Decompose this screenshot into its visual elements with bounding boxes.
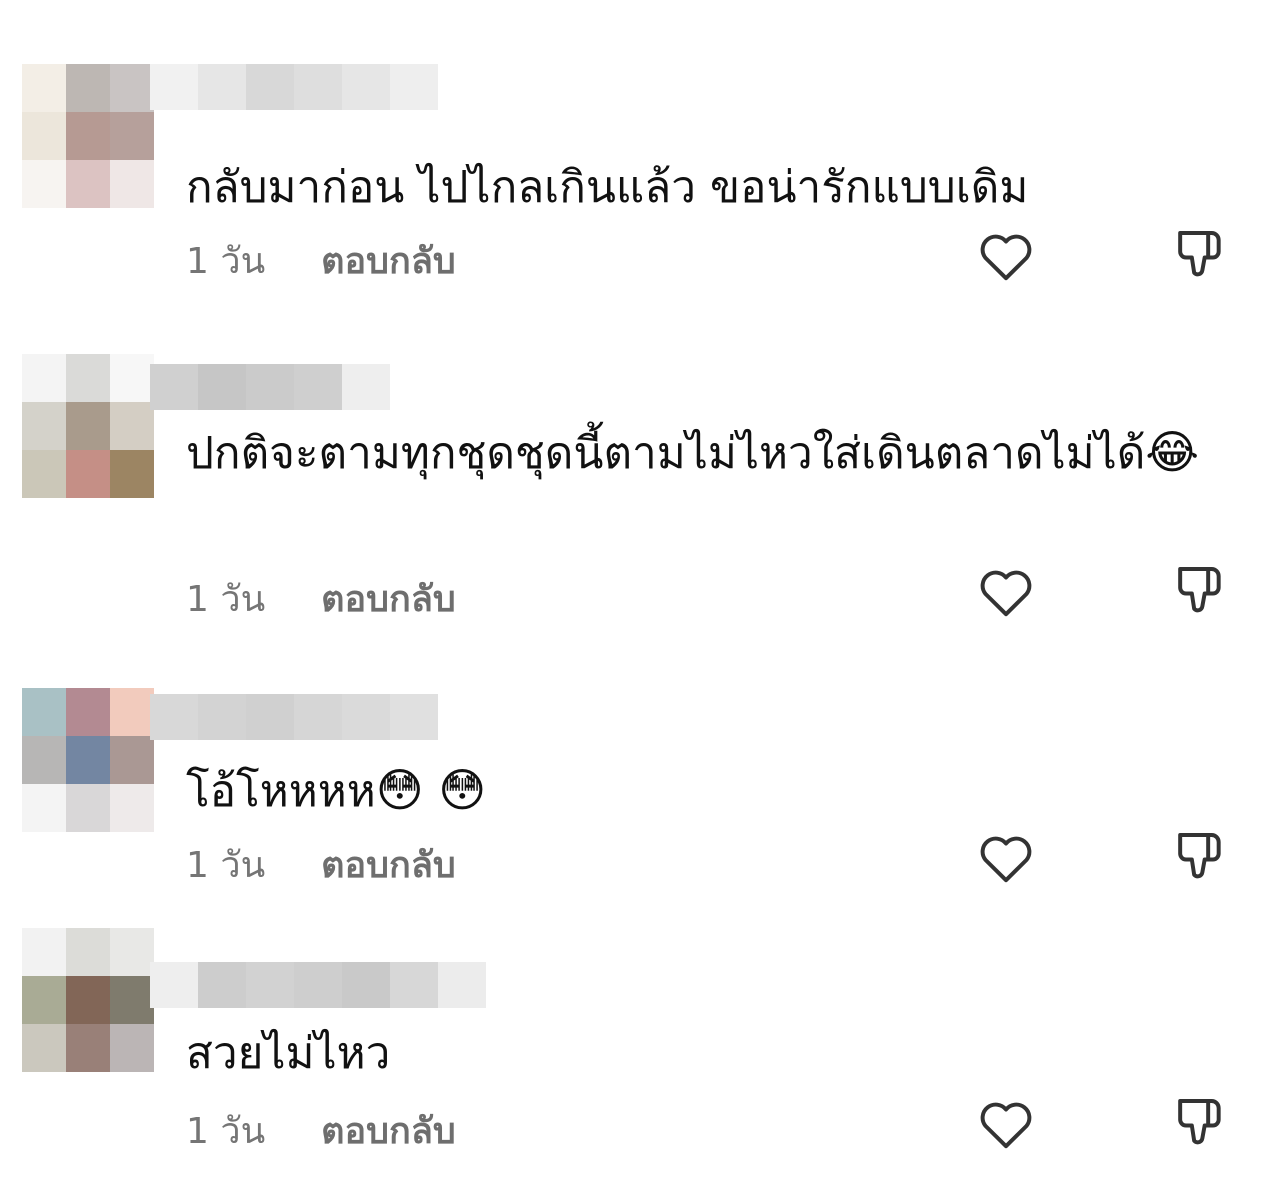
avatar-pixel: [22, 1024, 66, 1072]
avatar-pixel: [110, 1024, 154, 1072]
avatar-pixel: [22, 928, 66, 976]
thumbs-down-icon[interactable]: [1170, 224, 1230, 284]
avatar-pixel: [66, 784, 110, 832]
reply-button[interactable]: ตอบกลับ: [321, 570, 456, 627]
avatar-pixel: [110, 976, 154, 1024]
avatar-pixel: [110, 160, 154, 208]
avatar-pixel: [66, 112, 110, 160]
flushed-emoji: 😳 😳: [375, 763, 487, 817]
comment-meta: 1 วัน ตอบกลับ: [186, 232, 456, 289]
thumbs-down-icon[interactable]: [1170, 560, 1230, 620]
joy-emoji: 😂: [1145, 425, 1200, 479]
avatar[interactable]: [22, 928, 154, 1072]
avatar-pixel: [22, 112, 66, 160]
avatar-pixel: [66, 976, 110, 1024]
heart-icon[interactable]: [976, 226, 1036, 286]
avatar-pixel: [110, 736, 154, 784]
avatar-pixel: [110, 450, 154, 498]
avatar-pixel: [22, 736, 66, 784]
reply-button[interactable]: ตอบกลับ: [321, 836, 456, 893]
username-pixel: [150, 694, 198, 740]
avatar-pixel: [66, 1024, 110, 1072]
avatar[interactable]: [22, 64, 154, 208]
heart-icon[interactable]: [976, 1094, 1036, 1154]
comment-text: สวยไม่ไหว: [186, 1012, 1226, 1096]
avatar-pixel: [66, 354, 110, 402]
username-pixel: [246, 962, 294, 1008]
avatar-pixel: [22, 976, 66, 1024]
username-pixel: [342, 364, 390, 410]
username-pixel: [150, 962, 198, 1008]
avatar-pixel: [22, 354, 66, 402]
comment-text-body: ปกติจะตามทุกชุดชุดนี้ตามไม่ไหวใส่เดินตลา…: [186, 428, 1146, 479]
username[interactable]: [150, 962, 486, 1008]
avatar-pixel: [66, 688, 110, 736]
username-pixel: [342, 962, 390, 1008]
avatar-pixel: [110, 64, 154, 112]
avatar-pixel: [66, 450, 110, 498]
avatar-pixel: [22, 450, 66, 498]
username[interactable]: [150, 694, 438, 740]
avatar-pixel: [110, 354, 154, 402]
comment-text: ปกติจะตามทุกชุดชุดนี้ตามไม่ไหวใส่เดินตลา…: [186, 410, 1226, 496]
heart-icon[interactable]: [976, 828, 1036, 888]
comment-text-body: สวยไม่ไหว: [186, 1028, 391, 1079]
avatar-pixel: [22, 64, 66, 112]
avatar-pixel: [22, 402, 66, 450]
avatar-pixel: [110, 402, 154, 450]
comment-meta: 1 วัน ตอบกลับ: [186, 836, 456, 893]
avatar-pixel: [110, 784, 154, 832]
username-pixel: [246, 364, 294, 410]
username-pixel: [390, 962, 438, 1008]
avatar-pixel: [22, 784, 66, 832]
comment-text: กลับมาก่อน ไปไกลเกินแล้ว ขอน่ารักแบบเดิม: [186, 146, 1226, 230]
avatar[interactable]: [22, 688, 154, 832]
username-pixel: [198, 694, 246, 740]
thumbs-down-icon[interactable]: [1170, 1092, 1230, 1152]
username[interactable]: [150, 64, 438, 110]
username-pixel: [246, 64, 294, 110]
heart-icon[interactable]: [976, 562, 1036, 622]
comment-meta: 1 วัน ตอบกลับ: [186, 1102, 456, 1159]
comment-time: 1 วัน: [186, 579, 266, 620]
avatar-pixel: [22, 688, 66, 736]
comment-text-body: กลับมาก่อน ไปไกลเกินแล้ว ขอน่ารักแบบเดิม: [186, 162, 1029, 213]
avatar-pixel: [110, 112, 154, 160]
avatar-pixel: [66, 736, 110, 784]
username-pixel: [438, 962, 486, 1008]
comment-meta: 1 วัน ตอบกลับ: [186, 570, 456, 627]
comment-time: 1 วัน: [186, 1111, 266, 1152]
username-pixel: [150, 64, 198, 110]
username-pixel: [198, 364, 246, 410]
comment-text: โอ้โหหหห😳 😳: [186, 748, 1226, 834]
comment-time: 1 วัน: [186, 241, 266, 282]
avatar-pixel: [22, 160, 66, 208]
username-pixel: [198, 64, 246, 110]
username-pixel: [294, 962, 342, 1008]
username-pixel: [390, 694, 438, 740]
username-pixel: [294, 694, 342, 740]
username-pixel: [294, 64, 342, 110]
username-pixel: [198, 962, 246, 1008]
username-pixel: [342, 694, 390, 740]
reply-button[interactable]: ตอบกลับ: [321, 1102, 456, 1159]
avatar-pixel: [110, 928, 154, 976]
comment-time: 1 วัน: [186, 845, 266, 886]
avatar-pixel: [66, 160, 110, 208]
avatar[interactable]: [22, 354, 154, 498]
avatar-pixel: [66, 928, 110, 976]
username-pixel: [294, 364, 342, 410]
thumbs-down-icon[interactable]: [1170, 826, 1230, 886]
reply-button[interactable]: ตอบกลับ: [321, 232, 456, 289]
comment-text-body: โอ้โหหหห: [186, 766, 376, 817]
username[interactable]: [150, 364, 390, 410]
username-pixel: [246, 694, 294, 740]
username-pixel: [390, 64, 438, 110]
avatar-pixel: [66, 64, 110, 112]
avatar-pixel: [66, 402, 110, 450]
username-pixel: [150, 364, 198, 410]
username-pixel: [342, 64, 390, 110]
avatar-pixel: [110, 688, 154, 736]
